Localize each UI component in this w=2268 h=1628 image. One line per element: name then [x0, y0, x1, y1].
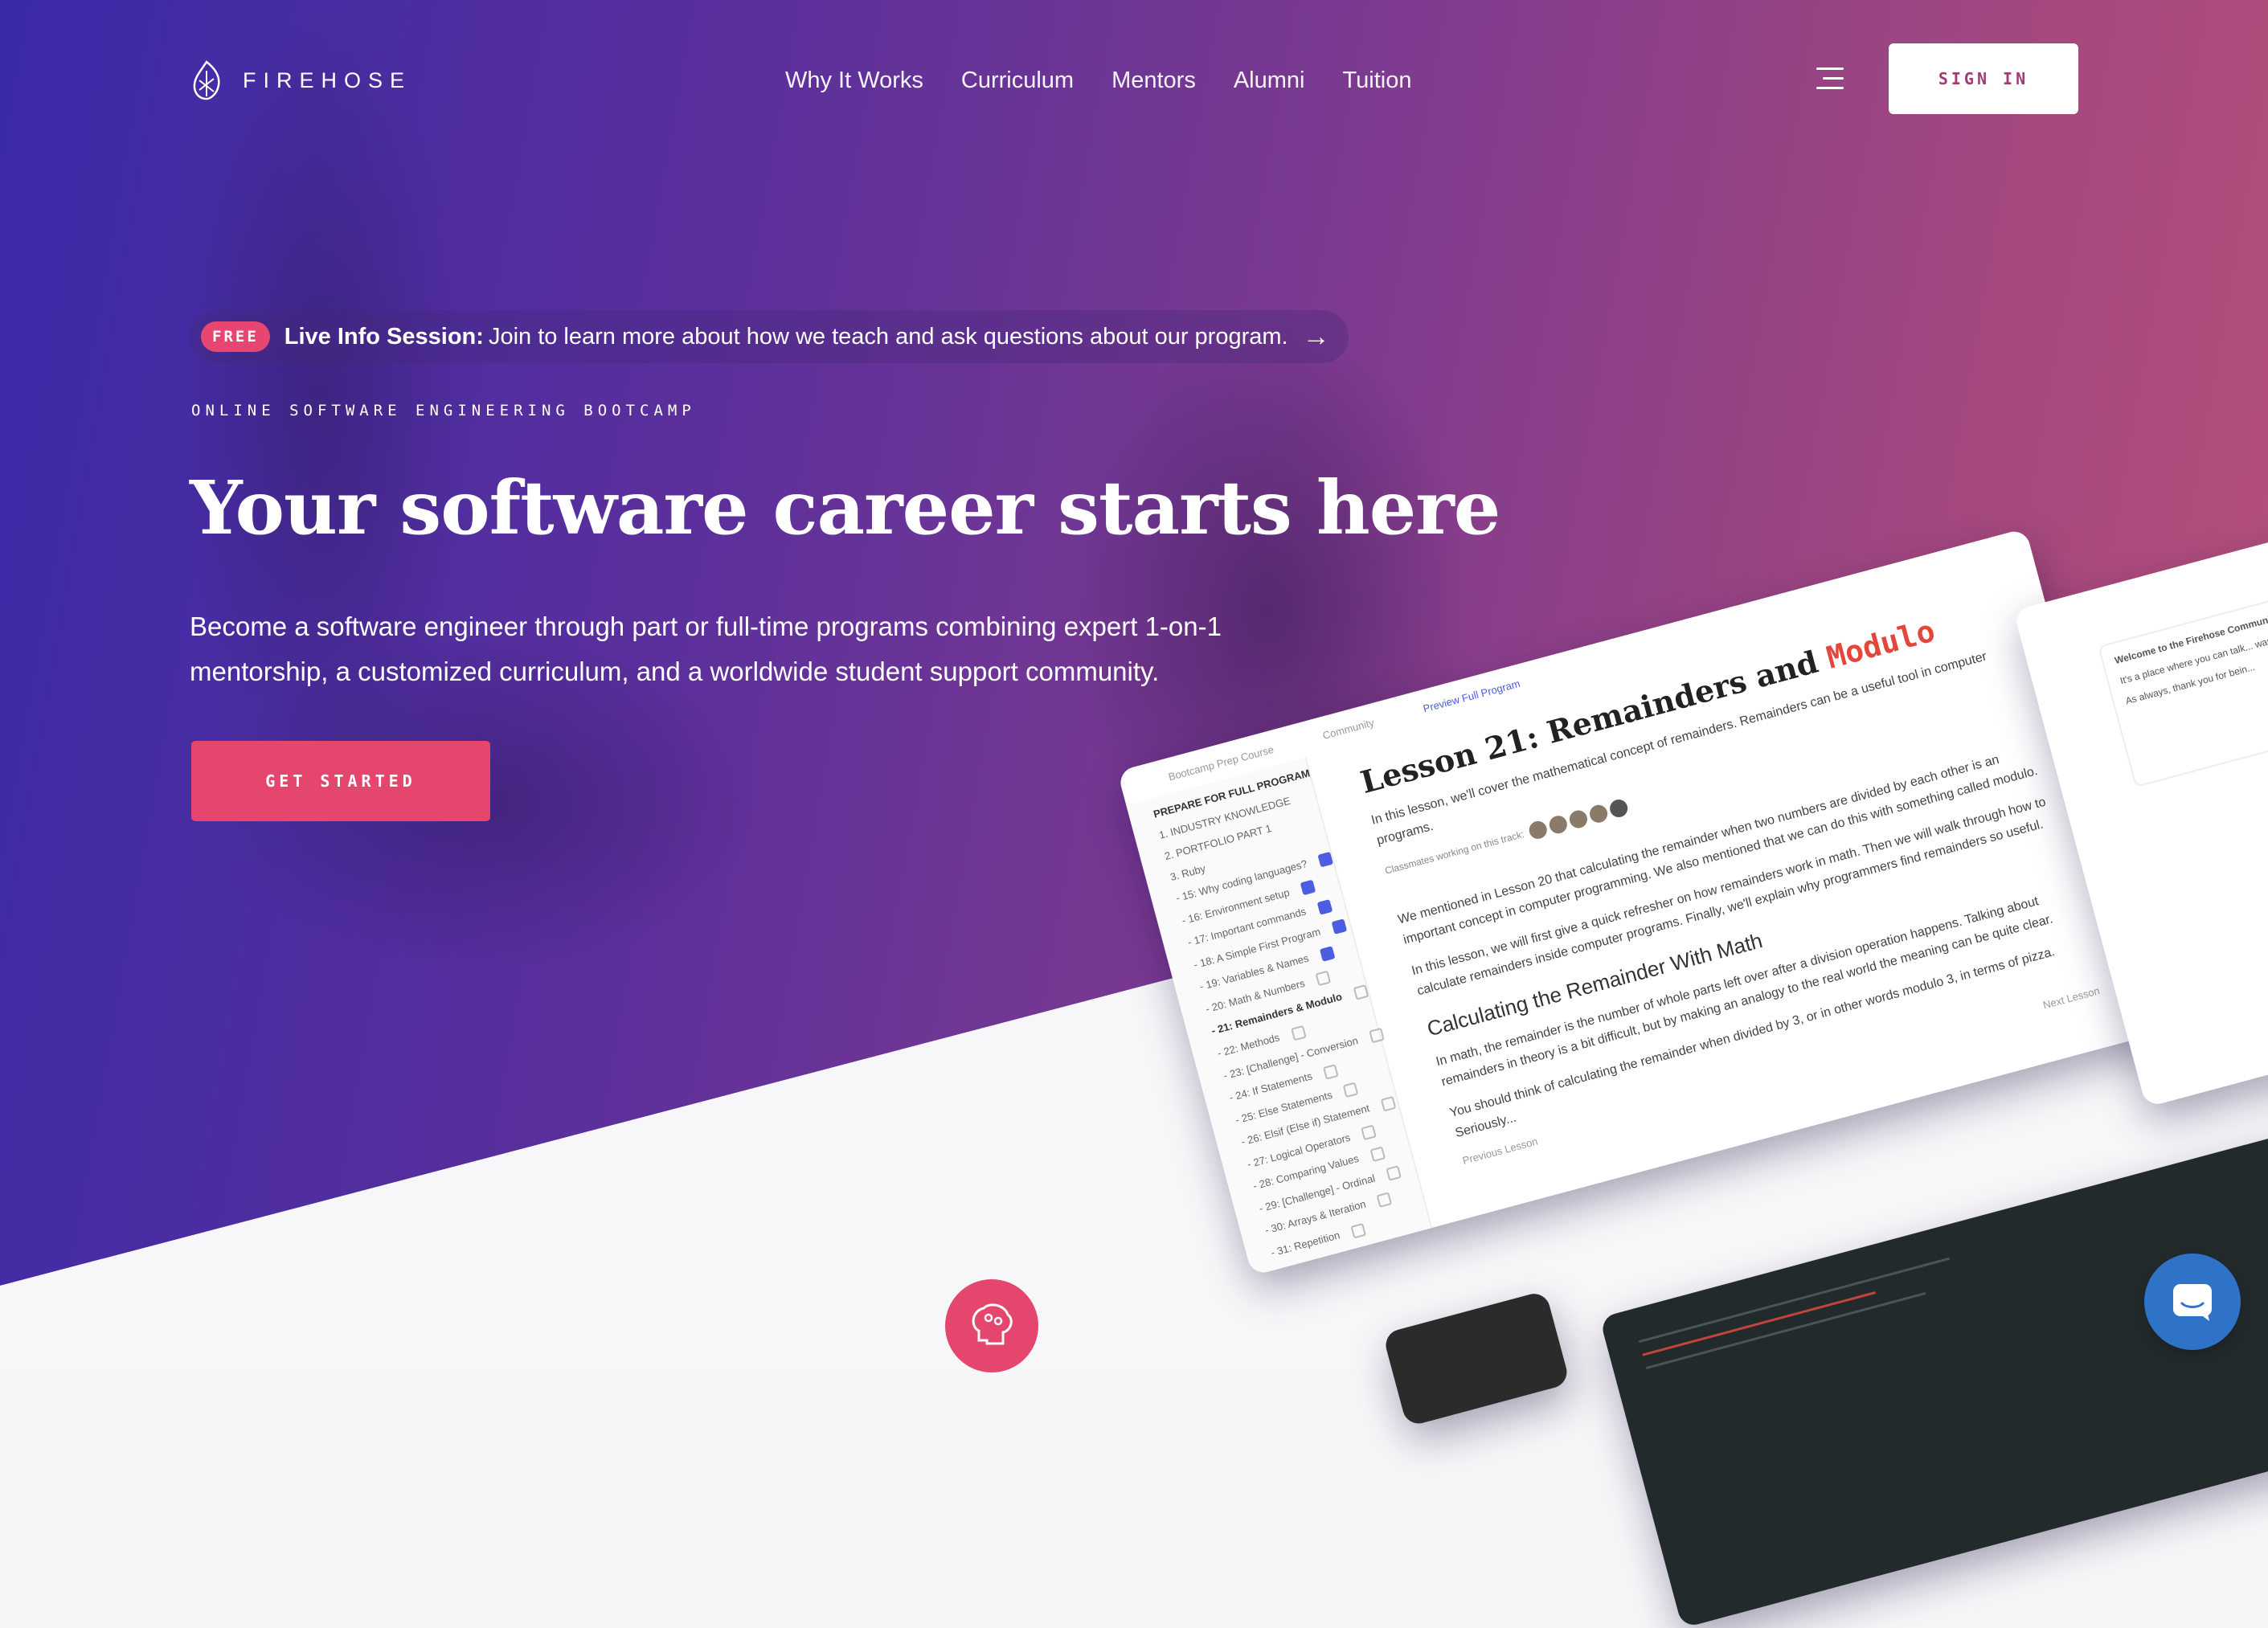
brand-name: FIREHOSE [243, 67, 412, 92]
hamburger-menu-icon[interactable] [1816, 67, 1844, 92]
free-badge: FREE [201, 321, 270, 352]
avatar [1547, 813, 1570, 836]
main-nav: Why It Works Curriculum Mentors Alumni T… [785, 67, 1411, 94]
hero-eyebrow: ONLINE SOFTWARE ENGINEERING BOOTCAMP [191, 402, 696, 419]
brain-icon [945, 1279, 1038, 1372]
nav-curriculum[interactable]: Curriculum [961, 67, 1074, 94]
avatar [1567, 808, 1590, 830]
get-started-button[interactable]: GET STARTED [191, 741, 490, 821]
hero-headline: Your software career starts here [190, 464, 1500, 551]
tab-community: Community [1321, 716, 1376, 742]
hero-subtext: Become a software engineer through part … [190, 612, 1222, 686]
avatar [1527, 819, 1550, 841]
nav-why-it-works[interactable]: Why It Works [785, 67, 923, 94]
sign-in-button[interactable]: SIGN IN [1889, 43, 2078, 114]
brand-logo[interactable]: FIREHOSE [190, 59, 411, 101]
chat-support-icon[interactable] [2144, 1254, 2241, 1350]
banner-text: Join to learn more about how we teach an… [488, 323, 1288, 350]
nav-mentors[interactable]: Mentors [1111, 67, 1196, 94]
banner-title: Live Info Session: [284, 323, 484, 350]
nav-tuition[interactable]: Tuition [1342, 67, 1411, 94]
avatar [1587, 803, 1610, 825]
avatar [1607, 797, 1630, 820]
next-lesson-link: Next Lesson [2041, 984, 2102, 1012]
arrow-right-icon: → [1302, 321, 1330, 352]
firehose-logo-icon [193, 60, 220, 100]
nav-alumni[interactable]: Alumni [1234, 67, 1305, 94]
info-session-banner[interactable]: FREE Live Info Session: Join to learn mo… [190, 310, 1349, 363]
